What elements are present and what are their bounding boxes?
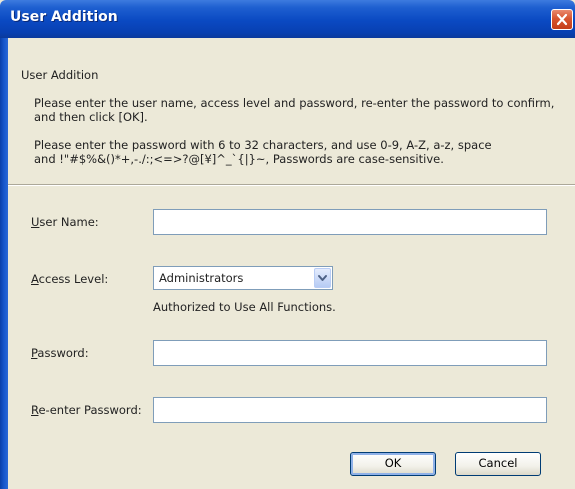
access-level-description: Authorized to Use All Functions.	[153, 300, 336, 314]
cancel-button[interactable]: Cancel	[455, 452, 541, 476]
password-label: Password:	[31, 346, 89, 360]
window-title: User Addition	[10, 9, 118, 25]
password-rules-line-1: Please enter the password with 6 to 32 c…	[34, 138, 492, 152]
password-input[interactable]	[153, 340, 547, 366]
window-frame-left	[0, 38, 8, 489]
ok-button[interactable]: OK	[350, 452, 436, 476]
chevron-down-icon	[318, 275, 327, 281]
access-level-label: Access Level:	[31, 272, 108, 286]
password-label-text: assword:	[37, 346, 89, 360]
user-name-label-text: ser Name:	[39, 215, 99, 229]
reenter-password-input[interactable]	[153, 397, 547, 423]
access-level-label-text: ccess Level:	[38, 272, 109, 286]
user-addition-dialog: User Addition User Addition Please enter…	[0, 0, 575, 489]
user-name-input[interactable]	[153, 209, 547, 235]
password-rules-line-2: and !"#$%&()*+,-./:;<=>?@[¥]^_`{|}~, Pas…	[34, 152, 444, 166]
access-level-label-mnemonic: A	[31, 272, 39, 286]
close-icon	[556, 13, 568, 26]
separator	[8, 184, 575, 186]
ok-button-label: OK	[384, 456, 402, 470]
section-heading: User Addition	[21, 68, 99, 82]
instructions-line-2: and then click [OK].	[34, 110, 148, 124]
cancel-button-label: Cancel	[478, 456, 518, 470]
instructions-line-1: Please enter the user name, access level…	[34, 96, 555, 110]
access-level-selected-value: Administrators	[159, 271, 244, 285]
reenter-password-label-text: e-enter Password:	[38, 403, 142, 417]
user-name-label: User Name:	[31, 215, 99, 229]
close-button[interactable]	[551, 9, 573, 30]
access-level-dropdown-button[interactable]	[314, 268, 331, 288]
title-bar[interactable]: User Addition	[0, 0, 575, 38]
access-level-select[interactable]: Administrators	[153, 266, 333, 290]
reenter-password-label: Re-enter Password:	[31, 403, 142, 417]
